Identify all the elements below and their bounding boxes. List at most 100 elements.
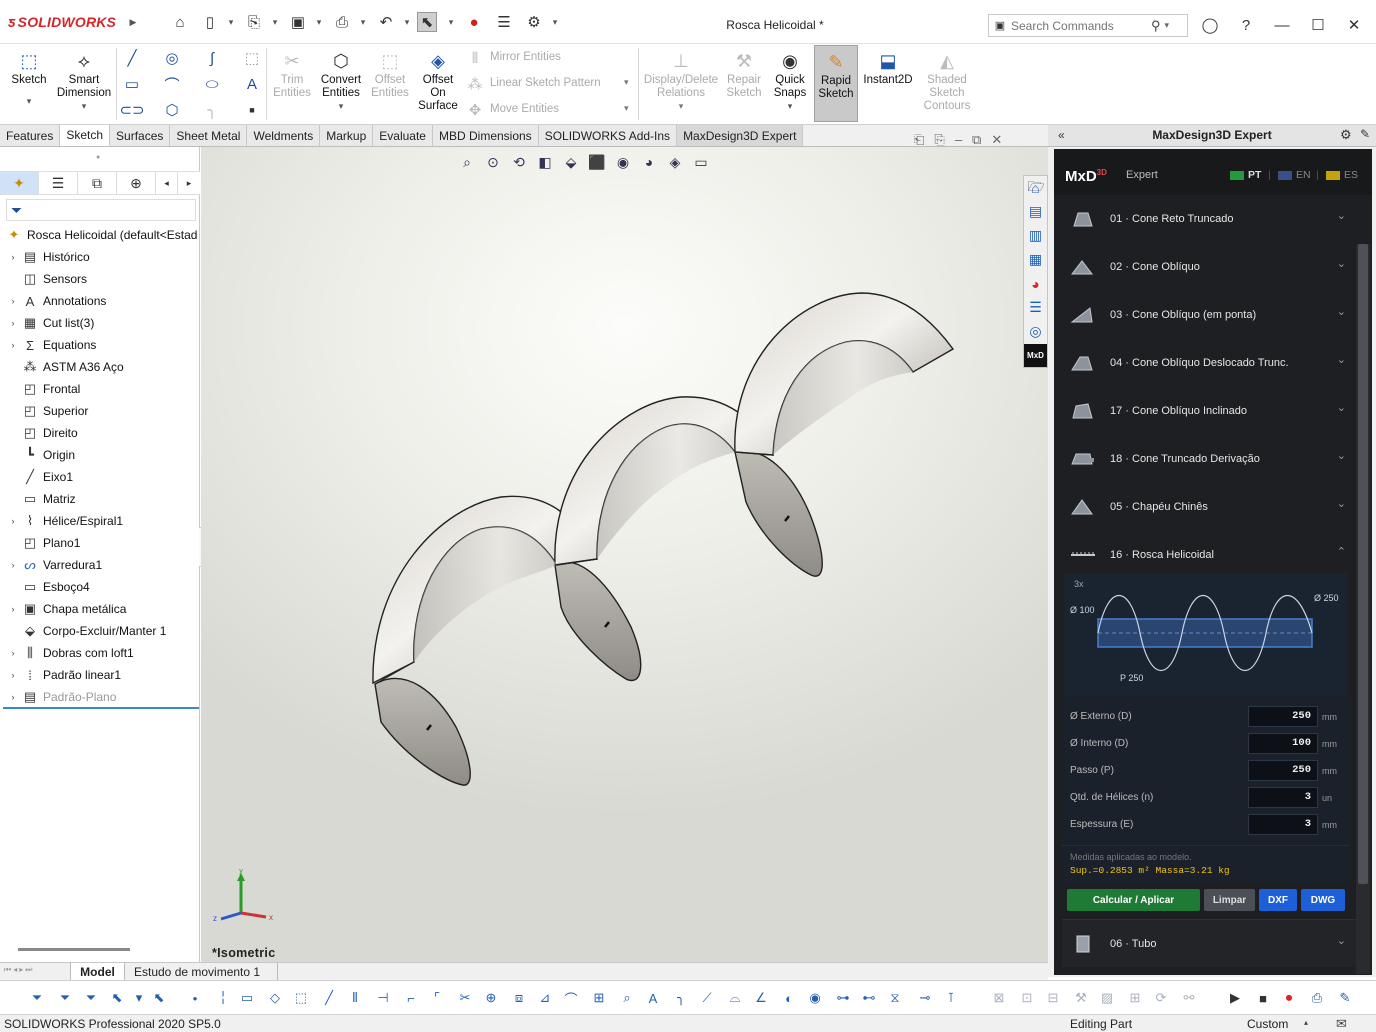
custom-properties-icon[interactable]: ☰ xyxy=(1024,296,1047,319)
tree-item[interactable]: ◰ Frontal xyxy=(0,378,81,400)
edit-appearance-icon[interactable]: ◕ xyxy=(638,151,660,173)
dimxpert-tab-icon[interactable]: ⊕ xyxy=(117,172,156,194)
clear-button[interactable]: Limpar xyxy=(1204,889,1255,911)
add-relation-icon[interactable]: ⊠ xyxy=(990,989,1008,1007)
accordion-item[interactable]: 01 · Cone Reto Truncado ⌄ xyxy=(1062,195,1356,243)
apply-scene-icon[interactable]: ◈ xyxy=(664,151,686,173)
construction-icon[interactable]: ⬚ xyxy=(242,49,262,67)
close-icon[interactable]: ✕ xyxy=(1342,14,1366,36)
circle-icon[interactable]: ◎ xyxy=(162,49,182,67)
sketch-dropdown-icon[interactable]: ▾ xyxy=(8,95,50,108)
accordion-item[interactable]: 17 · Cone Oblíquo Inclinado ⌄ xyxy=(1062,387,1356,435)
open-icon[interactable]: ⎘ xyxy=(244,12,264,32)
file-explorer-icon[interactable]: ▥ xyxy=(1024,224,1047,247)
accordion-item[interactable]: 02 · Cone Oblíquo ⌄ xyxy=(1062,243,1356,291)
search-icon[interactable]: ⚲ xyxy=(1151,18,1161,34)
smart-dimension-dropdown-icon[interactable]: ▾ xyxy=(54,100,114,113)
select-chain-icon[interactable]: ⬉ xyxy=(150,989,168,1007)
relations-dropdown-icon[interactable]: ▾ xyxy=(642,100,720,113)
panel-scroll-thumb[interactable] xyxy=(1358,244,1368,884)
accordion-item[interactable]: 03 · Cone Oblíquo (em ponta) ⌄ xyxy=(1062,291,1356,339)
panel-settings-icon[interactable]: ⚙ xyxy=(1340,127,1352,143)
tree-item[interactable]: ◫ Sensors xyxy=(0,268,87,290)
solidworks-forum-icon[interactable]: ◎ xyxy=(1024,320,1047,343)
tree-item[interactable]: › ▦ Cut list(3) xyxy=(0,312,95,334)
chamfer-tool-icon[interactable]: ⟋ xyxy=(698,989,716,1007)
viewport-close-icon[interactable]: ✕ xyxy=(991,132,1002,148)
open-folder-icon[interactable]: 🗁 xyxy=(1025,178,1047,198)
expand-arrow-icon[interactable]: › xyxy=(6,516,20,526)
model-tab[interactable]: Model xyxy=(70,963,125,980)
tab-sheet-metal[interactable]: Sheet Metal xyxy=(170,125,248,146)
expand-arrow-icon[interactable]: › xyxy=(6,670,20,680)
property-manager-tab-icon[interactable]: ☰ xyxy=(39,172,78,194)
arc-tool-icon[interactable]: ⌓ xyxy=(726,989,744,1007)
quick-snaps-button[interactable]: ◉ Quick Snaps ▾ xyxy=(768,48,812,113)
tree-item[interactable]: ┗ Origin xyxy=(0,444,75,466)
prev-tab-icon[interactable]: ◂ xyxy=(13,965,17,975)
accordion-item[interactable]: 04 · Cone Oblíquo Deslocado Trunc. ⌄ xyxy=(1062,339,1356,387)
tree-item[interactable]: ▭ Esboço4 xyxy=(0,576,90,598)
display-style-icon[interactable]: ⬛ xyxy=(586,151,608,173)
tree-root[interactable]: ✦ Rosca Helicoidal (default<Estad xyxy=(4,224,198,246)
filter-toolbar-icon[interactable]: ⏷ xyxy=(56,989,74,1007)
rectangle-tool-icon[interactable]: ▭ xyxy=(238,989,256,1007)
options-gear-icon[interactable]: ⚙ xyxy=(524,12,544,32)
record-icon[interactable]: ⏺ xyxy=(1280,989,1298,1007)
tree-item[interactable]: ▭ Matriz xyxy=(0,488,76,510)
tree-item[interactable]: ◰ Superior xyxy=(0,400,89,422)
spline-icon[interactable]: ∫ xyxy=(202,49,222,67)
status-chat-icon[interactable]: ✉ xyxy=(1336,1016,1347,1032)
view-orientation-icon[interactable]: ⬙ xyxy=(560,151,582,173)
convert-entities-button[interactable]: ⬡ Convert Entities ▾ xyxy=(316,48,366,113)
corner-rect-icon[interactable]: ⌐ xyxy=(402,989,420,1007)
save-icon[interactable]: ▣ xyxy=(288,12,308,32)
accordion-item[interactable]: 16 · Rosca Helicoidal ⌃ xyxy=(1062,531,1356,579)
tree-item[interactable]: ╱ Eixo1 xyxy=(0,466,73,488)
circle-tool-icon[interactable]: ⊕ xyxy=(482,989,500,1007)
open-dropdown-icon[interactable]: ▾ xyxy=(270,12,280,32)
maxdesign-tab-icon[interactable]: MxD xyxy=(1024,344,1047,367)
fix-icon[interactable]: ⊿ xyxy=(536,989,554,1007)
expand-arrow-icon[interactable]: › xyxy=(6,560,20,570)
convert-dropdown-icon[interactable]: ▾ xyxy=(316,100,366,113)
instant2d-button[interactable]: ⬓ Instant2D xyxy=(862,48,914,87)
repair-tool-icon[interactable]: ⚒ xyxy=(1072,989,1090,1007)
tree-item[interactable]: › ▤ Padrão-Plano xyxy=(0,686,117,708)
intersection-icon[interactable]: ⊞ xyxy=(590,989,608,1007)
move-icon[interactable]: ✥ xyxy=(465,101,485,119)
tree-item[interactable]: ⁂ ASTM A36 Aço xyxy=(0,356,124,378)
maximize-icon[interactable]: ☐ xyxy=(1306,14,1330,36)
print-icon[interactable]: ⎙ xyxy=(332,12,352,32)
expand-arrow-icon[interactable]: › xyxy=(6,648,20,658)
previous-window-icon[interactable]: ⎗ xyxy=(914,132,924,148)
expand-arrow-icon[interactable]: › xyxy=(6,604,20,614)
ink-icon[interactable]: ⚯ xyxy=(1180,989,1198,1007)
tab-surfaces[interactable]: Surfaces xyxy=(110,125,171,146)
offset-on-surface-button[interactable]: ◈ Offset On Surface xyxy=(416,48,460,113)
tangent-icon[interactable]: ⌒ xyxy=(562,989,580,1007)
tab-maxdesign3d-expert[interactable]: MaxDesign3D Expert xyxy=(677,125,804,146)
point-tool-icon[interactable]: • xyxy=(186,989,204,1007)
tab-features[interactable]: Features xyxy=(0,125,61,146)
repair-sketch-button[interactable]: ⚒ Repair Sketch xyxy=(722,48,766,100)
lang-en[interactable]: EN xyxy=(1278,169,1311,181)
tree-item[interactable]: › ▤ Histórico xyxy=(0,246,90,268)
view-palette-icon[interactable]: ▦ xyxy=(1024,248,1047,271)
sketch-block-icon[interactable]: ⧈ xyxy=(510,989,528,1007)
undo-dropdown-icon[interactable]: ▾ xyxy=(402,12,412,32)
move-entities[interactable]: Move Entities xyxy=(490,103,559,115)
mirror-icon[interactable]: ⫴ xyxy=(465,49,485,67)
unit-system[interactable]: Custom xyxy=(1247,1017,1288,1031)
expand-arrow-icon[interactable]: › xyxy=(6,318,20,328)
undo-icon[interactable]: ↶ xyxy=(376,12,396,32)
accordion-item[interactable]: 05 · Chapéu Chinês ⌄ xyxy=(1062,483,1356,531)
display-delete-relations-button[interactable]: ⊥ Display/Delete Relations ▾ xyxy=(642,48,720,113)
feature-tree-tab-icon[interactable]: ✦ xyxy=(0,172,39,194)
dwg-button[interactable]: DWG xyxy=(1301,889,1345,911)
tab-markup[interactable]: Markup xyxy=(320,125,374,146)
appearances-icon[interactable]: ◕ xyxy=(1024,272,1047,295)
zoom-to-area-icon[interactable]: ⊙ xyxy=(482,151,504,173)
tab-mbd-dimensions[interactable]: MBD Dimensions xyxy=(432,125,539,146)
parameter-input[interactable]: 100 xyxy=(1248,733,1318,754)
